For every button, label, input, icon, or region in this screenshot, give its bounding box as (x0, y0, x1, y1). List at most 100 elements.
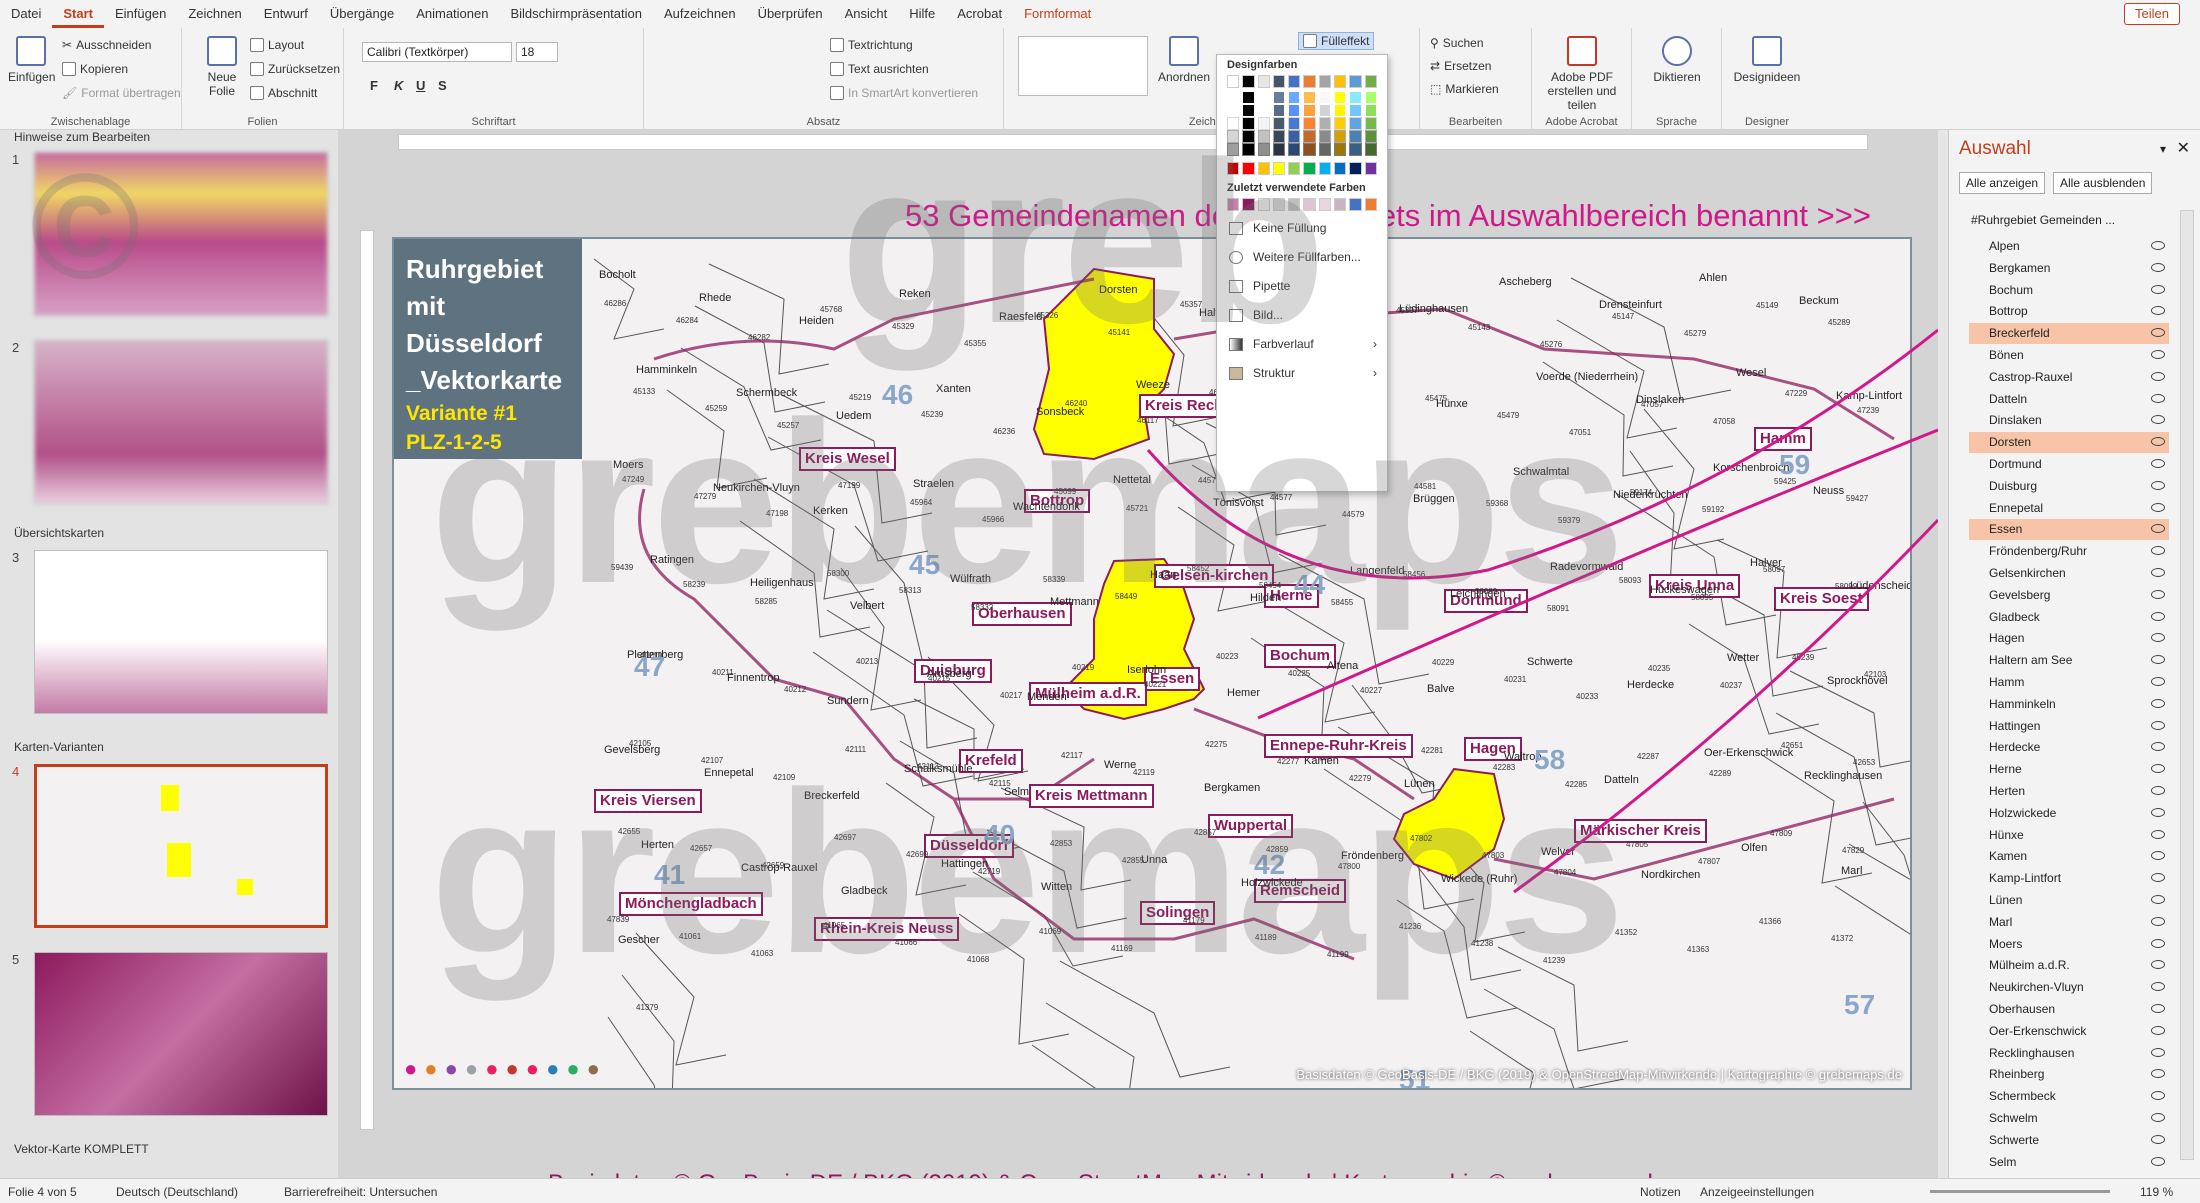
eye-icon[interactable] (2151, 437, 2165, 447)
color-swatch[interactable] (1364, 117, 1377, 130)
color-swatch[interactable] (1288, 117, 1301, 130)
eye-icon[interactable] (2151, 1004, 2165, 1013)
selection-item[interactable]: Hamm (1969, 672, 2169, 693)
eye-icon[interactable] (2151, 350, 2165, 359)
color-swatch[interactable] (1318, 91, 1332, 104)
selection-item[interactable]: Hattingen (1969, 716, 2169, 737)
selection-item[interactable]: Oer-Erkenschwick (1969, 1021, 2169, 1042)
color-swatch[interactable] (1303, 104, 1316, 117)
color-swatch[interactable] (1349, 75, 1362, 88)
color-swatch[interactable] (1288, 162, 1301, 175)
map-label[interactable]: Hamm (1754, 427, 1812, 451)
selection-item[interactable]: Oberhausen (1969, 999, 2169, 1020)
section-vektor-karte[interactable]: Vektor-Karte KOMPLETT (14, 1142, 149, 1156)
selection-item[interactable]: Hünxe (1969, 825, 2169, 846)
eye-icon[interactable] (2151, 742, 2165, 752)
slide-thumbnail-3[interactable] (34, 550, 328, 714)
notes-button[interactable]: Notizen (1640, 1185, 1681, 1199)
color-swatch[interactable] (1272, 130, 1286, 143)
current-slide[interactable]: Ruhrgebiet mit Düsseldorf _Vektorkarte V… (392, 237, 1912, 1090)
color-swatch[interactable] (1364, 162, 1377, 175)
eye-icon[interactable] (2151, 786, 2165, 795)
color-swatch[interactable] (1349, 162, 1362, 175)
menu-start[interactable]: Start (52, 0, 104, 28)
eye-icon[interactable] (2151, 895, 2165, 904)
section-hinweise[interactable]: Hinweise zum Bearbeiten (14, 130, 150, 144)
map-pin-icon[interactable]: ● (526, 1056, 539, 1082)
color-swatch[interactable] (1242, 75, 1255, 88)
eye-icon[interactable] (2151, 677, 2165, 686)
color-swatch[interactable] (1318, 104, 1332, 117)
color-swatch[interactable] (1334, 104, 1347, 117)
color-swatch[interactable] (1227, 162, 1240, 175)
selection-item[interactable]: Haltern am See (1969, 650, 2169, 671)
color-swatch[interactable] (1334, 117, 1347, 130)
eye-icon[interactable] (2151, 568, 2165, 577)
color-swatch[interactable] (1364, 143, 1377, 156)
fill-effect-button[interactable]: Fülleffekt (1298, 32, 1375, 50)
eye-icon[interactable] (2151, 262, 2165, 272)
share-button[interactable]: Teilen (2124, 3, 2180, 25)
color-swatch[interactable] (1334, 162, 1347, 175)
dictate-button[interactable]: Diktieren (1632, 36, 1722, 84)
map-pin-icon[interactable]: ● (404, 1056, 417, 1082)
color-swatch[interactable] (1349, 130, 1362, 143)
eye-icon[interactable] (2151, 502, 2165, 512)
color-swatch[interactable] (1242, 143, 1255, 156)
color-swatch[interactable] (1318, 75, 1332, 88)
color-swatch[interactable] (1318, 143, 1332, 156)
eye-icon[interactable] (2151, 633, 2165, 643)
layout-button[interactable]: Layout (250, 38, 304, 52)
menu-zeichnen[interactable]: Zeichnen (177, 0, 252, 28)
selection-item[interactable]: Bönen (1969, 345, 2169, 366)
selection-item[interactable]: Ennepetal (1969, 498, 2169, 519)
color-swatch[interactable] (1257, 143, 1270, 156)
no-fill-option[interactable]: Keine Füllung (1217, 214, 1387, 243)
accessibility-button[interactable]: Barrierefreiheit: Untersuchen (284, 1185, 437, 1199)
selection-item[interactable]: Marl (1969, 912, 2169, 933)
picture-option[interactable]: Bild... (1217, 301, 1387, 330)
color-swatch[interactable] (1257, 91, 1270, 104)
color-swatch[interactable] (1303, 91, 1316, 104)
color-swatch[interactable] (1318, 162, 1332, 175)
paste-button[interactable]: Einfügen (8, 36, 55, 84)
color-swatch[interactable] (1364, 130, 1377, 143)
menu-ansicht[interactable]: Ansicht (834, 0, 899, 28)
selection-item[interactable]: Recklinghausen (1969, 1043, 2169, 1064)
selection-item[interactable]: Schwelm (1969, 1108, 2169, 1129)
map-pin-icon[interactable]: ● (485, 1056, 498, 1082)
menu-animationen[interactable]: Animationen (405, 0, 499, 28)
zoom-slider[interactable] (1930, 1190, 2110, 1193)
color-swatch[interactable] (1349, 117, 1362, 130)
selection-item[interactable]: Bottrop (1969, 301, 2169, 322)
eye-icon[interactable] (2151, 459, 2165, 468)
text-direction-button[interactable]: Textrichtung (830, 38, 913, 52)
section-karten-varianten[interactable]: Karten-Varianten (14, 740, 104, 754)
color-swatch[interactable] (1318, 198, 1332, 211)
slide-thumbnail-1[interactable] (34, 152, 328, 316)
map-pin-icon[interactable]: ● (424, 1056, 437, 1082)
menu-uebergaenge[interactable]: Übergänge (319, 0, 405, 28)
more-colors-option[interactable]: Weitere Füllfarben... (1217, 243, 1387, 272)
color-swatch[interactable] (1288, 198, 1301, 211)
display-settings-button[interactable]: Anzeigeeinstellungen (1700, 1185, 1814, 1199)
color-swatch[interactable] (1272, 162, 1286, 175)
color-swatch[interactable] (1227, 117, 1240, 130)
color-swatch[interactable] (1257, 117, 1270, 130)
bold-button[interactable]: F (370, 78, 378, 93)
map-label[interactable]: Mönchengladbach (619, 892, 763, 916)
selection-item[interactable]: Kamp-Lintfort (1969, 868, 2169, 889)
eye-icon[interactable] (2151, 873, 2165, 883)
color-swatch[interactable] (1257, 162, 1270, 175)
color-swatch[interactable] (1272, 117, 1286, 130)
selection-item[interactable]: Schermbeck (1969, 1086, 2169, 1107)
selection-item[interactable]: Lünen (1969, 890, 2169, 911)
eye-icon[interactable] (2151, 371, 2165, 381)
new-slide-button[interactable]: Neue Folie (202, 36, 242, 98)
slide-thumbnail-5[interactable] (34, 952, 328, 1116)
map-label[interactable]: Kreis Mettmann (1029, 784, 1154, 808)
eye-icon[interactable] (2151, 960, 2165, 970)
eye-icon[interactable] (2151, 1069, 2165, 1079)
color-swatch[interactable] (1349, 143, 1362, 156)
menu-ueberpruefen[interactable]: Überprüfen (747, 0, 834, 28)
